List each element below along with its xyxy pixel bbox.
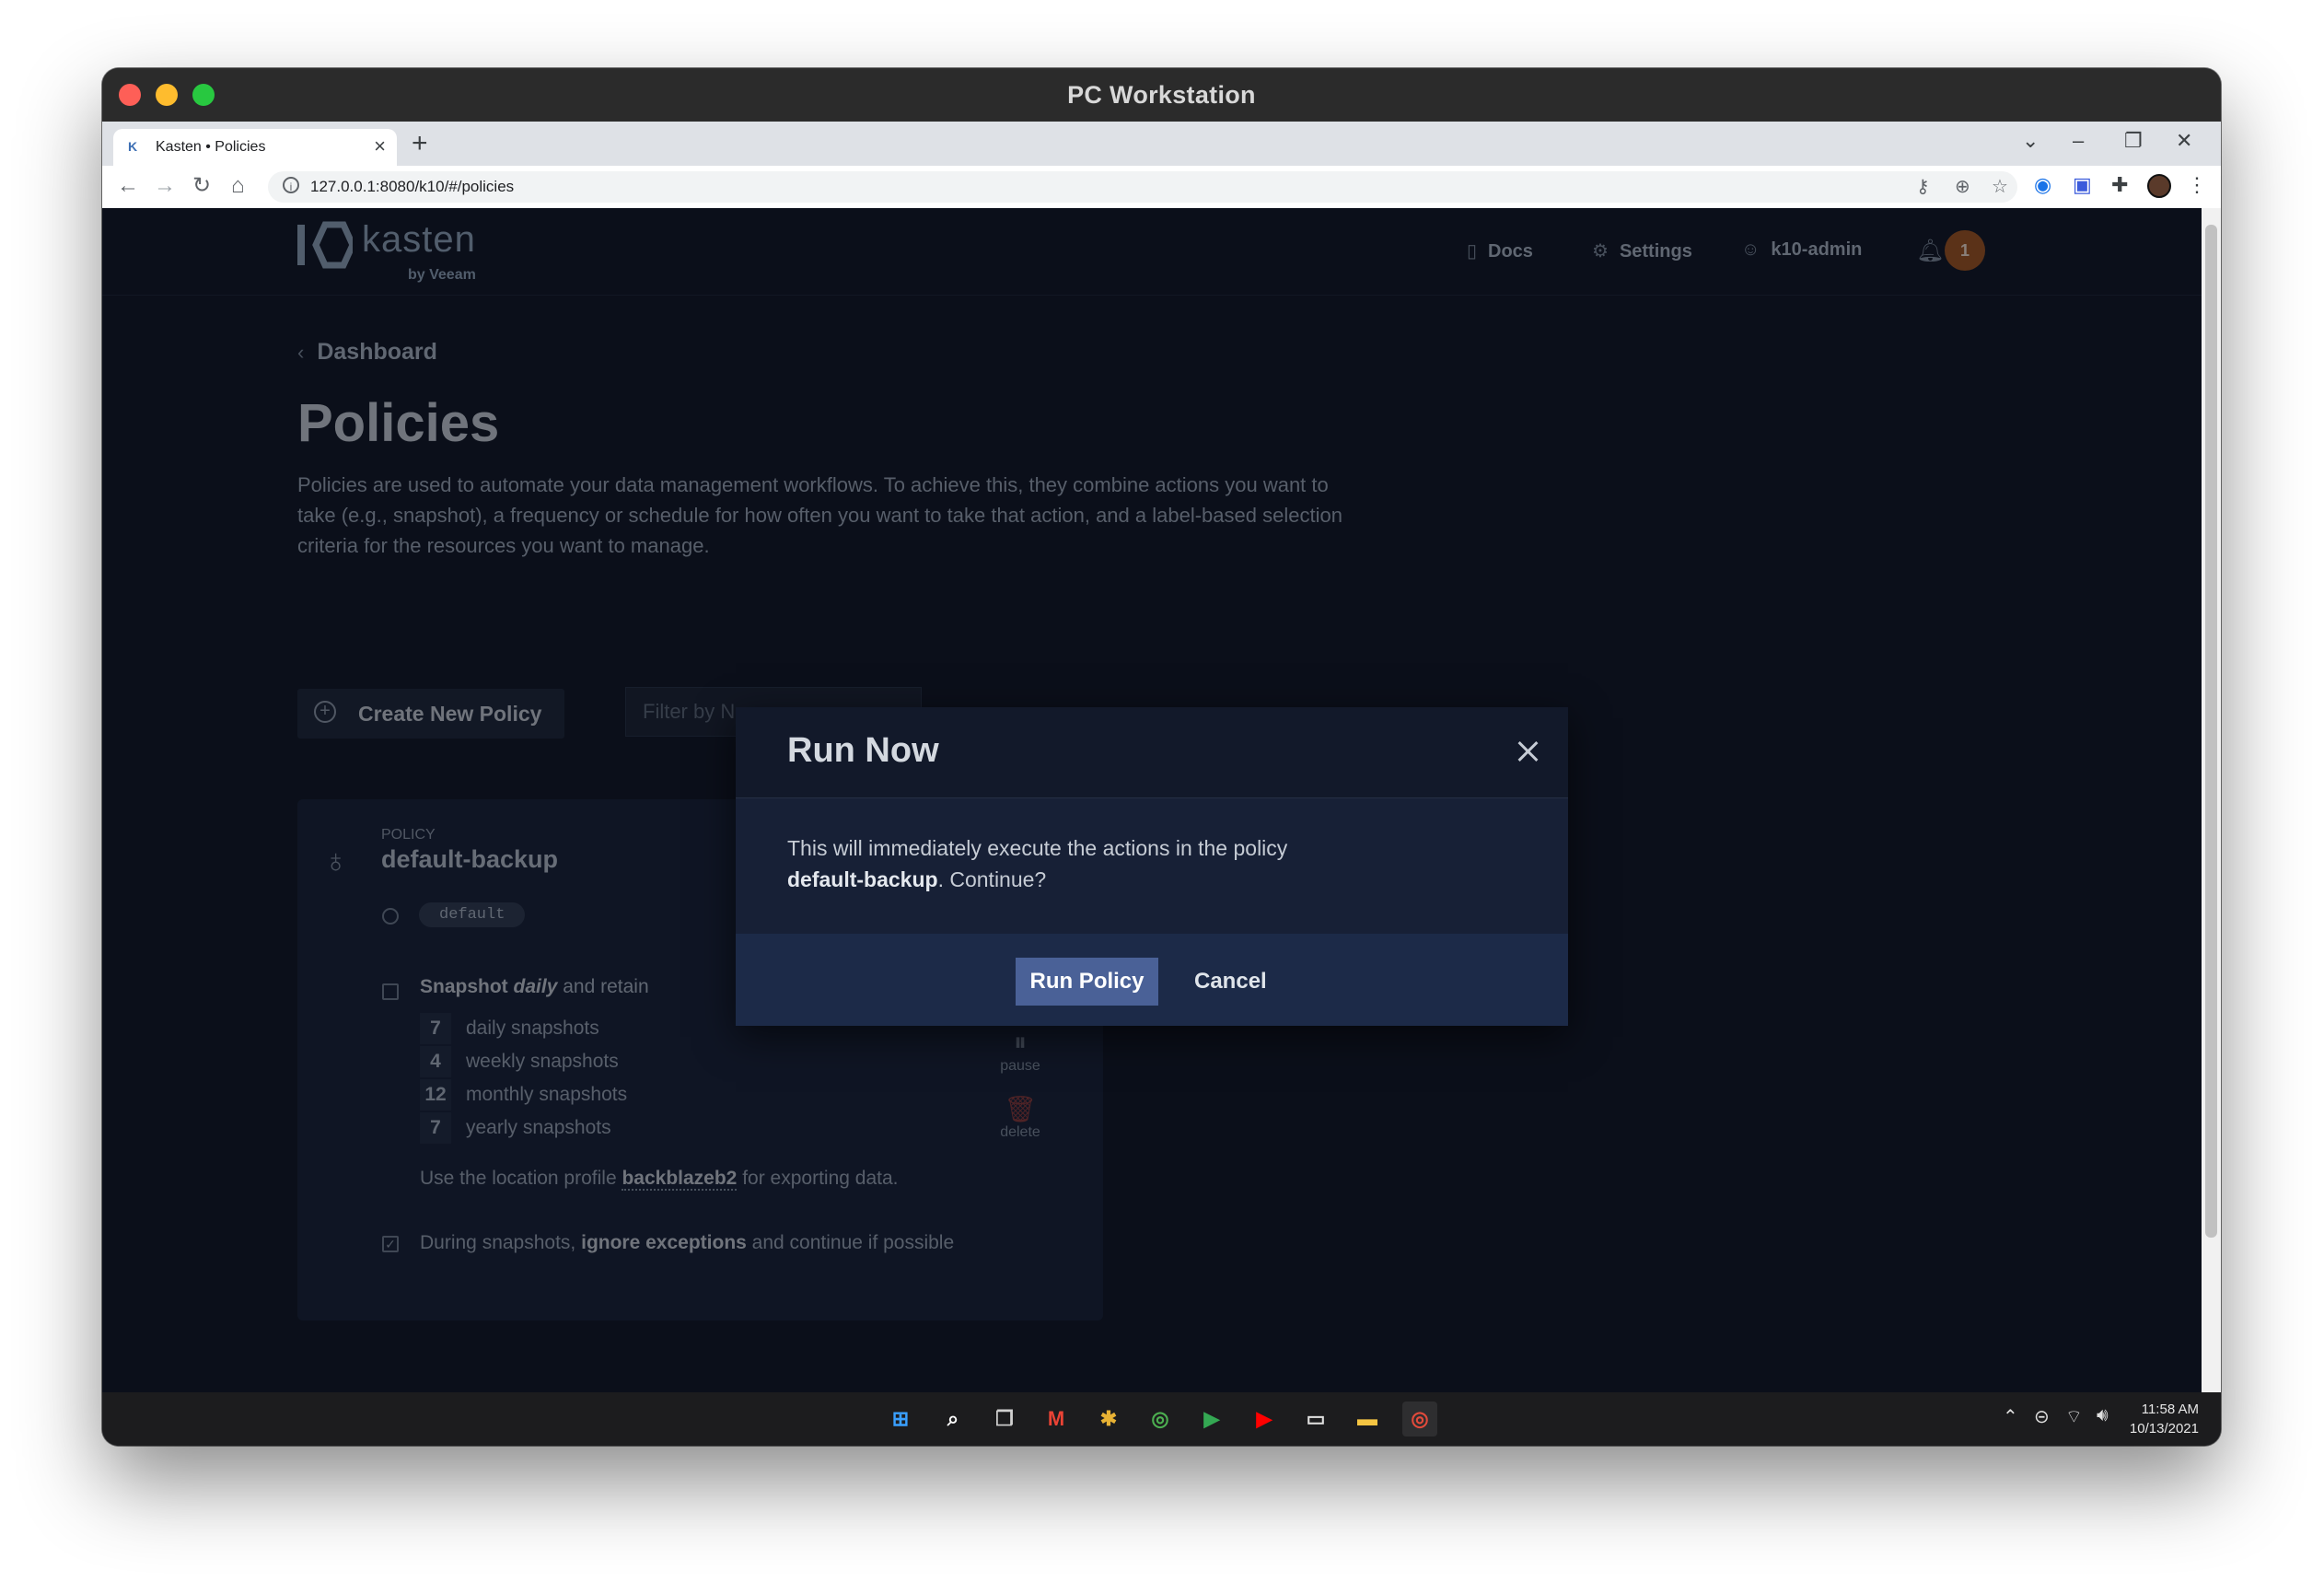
file-explorer-icon[interactable]: ▬ [1350, 1402, 1385, 1437]
close-icon[interactable] [1511, 735, 1544, 768]
meet-icon[interactable]: ▶ [1194, 1402, 1229, 1437]
youtube-icon[interactable]: ▶ [1247, 1402, 1282, 1437]
terminal-icon[interactable]: ▭ [1298, 1402, 1333, 1437]
window-title: PC Workstation [1067, 81, 1256, 109]
dialog-header: Run Now [736, 707, 1568, 798]
address-bar[interactable]: i 127.0.0.1:8080/k10/#/policies ⚷ ⊕ ☆ [268, 171, 2017, 203]
gmail-icon[interactable]: M [1039, 1402, 1074, 1437]
puzzle-icon[interactable]: ✚ [2111, 173, 2128, 197]
dialog-message: This will immediately execute the action… [787, 832, 1524, 895]
browser-toolbar: ← → ↻ ⌂ i 127.0.0.1:8080/k10/#/policies … [102, 166, 2221, 209]
run-now-dialog: Run Now This will immediately execute th… [736, 707, 1568, 1026]
vpn-icon[interactable]: ⊝ [2034, 1405, 2050, 1428]
profile-avatar[interactable] [2147, 174, 2171, 198]
dialog-footer: Run Policy Cancel [736, 934, 1568, 1026]
extension-icon[interactable]: ▣ [2073, 173, 2092, 197]
start-icon[interactable]: ⊞ [883, 1402, 918, 1437]
scroll-thumb[interactable] [2205, 225, 2217, 1238]
wifi-icon[interactable]: ⌔ [2065, 1405, 2083, 1428]
search-icon[interactable]: ⌕ [935, 1402, 970, 1437]
mac-window: PC Workstation K Kasten • Policies × + ⌄… [102, 68, 2221, 1446]
minimize-icon[interactable]: – [2073, 129, 2084, 153]
chrome-icon[interactable]: ◎ [1143, 1402, 1178, 1437]
bookmark-star-icon[interactable]: ☆ [1992, 175, 2008, 198]
forward-icon[interactable]: → [154, 173, 176, 199]
kasten-favicon-icon: K [128, 139, 138, 154]
reload-icon[interactable]: ↻ [192, 173, 211, 199]
clock-time: 11:58 AM [2141, 1402, 2199, 1417]
zoom-icon[interactable]: ⊕ [1955, 175, 1970, 198]
back-icon[interactable]: ← [117, 173, 139, 199]
dialog-title: Run Now [787, 731, 939, 770]
new-tab-button[interactable]: + [412, 129, 428, 158]
page-viewport: kasten by Veeam ▯ Docs ⚙ Settings ☺ k10-adm… [102, 208, 2202, 1392]
dialog-message-prefix: This will immediately execute the action… [787, 836, 1288, 860]
dialog-policy-name: default-backup [787, 867, 938, 891]
menu-icon[interactable]: ⋮ [2187, 173, 2207, 197]
chrome-active-icon[interactable]: ◎ [1402, 1402, 1437, 1437]
chevron-up-icon[interactable]: ⌃ [2003, 1405, 2018, 1428]
tab-close-icon[interactable]: × [374, 134, 386, 158]
url-text: 127.0.0.1:8080/k10/#/policies [310, 178, 515, 195]
dialog-message-suffix: . Continue? [937, 867, 1047, 891]
slack-icon[interactable]: ✱ [1091, 1402, 1126, 1437]
clock-date: 10/13/2021 [2129, 1421, 2199, 1437]
run-policy-button[interactable]: Run Policy [1016, 958, 1158, 1006]
key-icon[interactable]: ⚷ [1916, 175, 1930, 198]
tab-title: Kasten • Policies [156, 139, 266, 155]
close-icon[interactable]: ✕ [2176, 129, 2192, 153]
site-info-icon[interactable]: i [283, 177, 299, 193]
browser-tab-strip: K Kasten • Policies × + ⌄ – ❐ ✕ [102, 122, 2221, 166]
system-clock[interactable]: 11:58 AM 10/13/2021 [2130, 1400, 2199, 1438]
volume-icon[interactable]: 🔊︎ [2097, 1405, 2109, 1426]
restore-icon[interactable]: ❐ [2124, 129, 2143, 153]
task-view-icon[interactable]: ❐ [987, 1402, 1022, 1437]
tab-search-icon[interactable]: ⌄ [2022, 129, 2039, 153]
home-icon[interactable]: ⌂ [231, 173, 245, 199]
extension-icon[interactable]: ◉ [2034, 173, 2051, 197]
browser-tab[interactable]: K Kasten • Policies × [113, 129, 397, 166]
page-scrollbar[interactable] [2202, 208, 2221, 1392]
mac-titlebar: PC Workstation [102, 68, 2221, 122]
windows-taskbar: ⊞ ⌕ ❐ M ✱ ◎ ▶ ▶ ▭ ▬ ◎ ⌃ ⊝ ⌔ 🔊︎ 11:58 AM … [102, 1392, 2221, 1446]
cancel-button[interactable]: Cancel [1189, 958, 1272, 1006]
